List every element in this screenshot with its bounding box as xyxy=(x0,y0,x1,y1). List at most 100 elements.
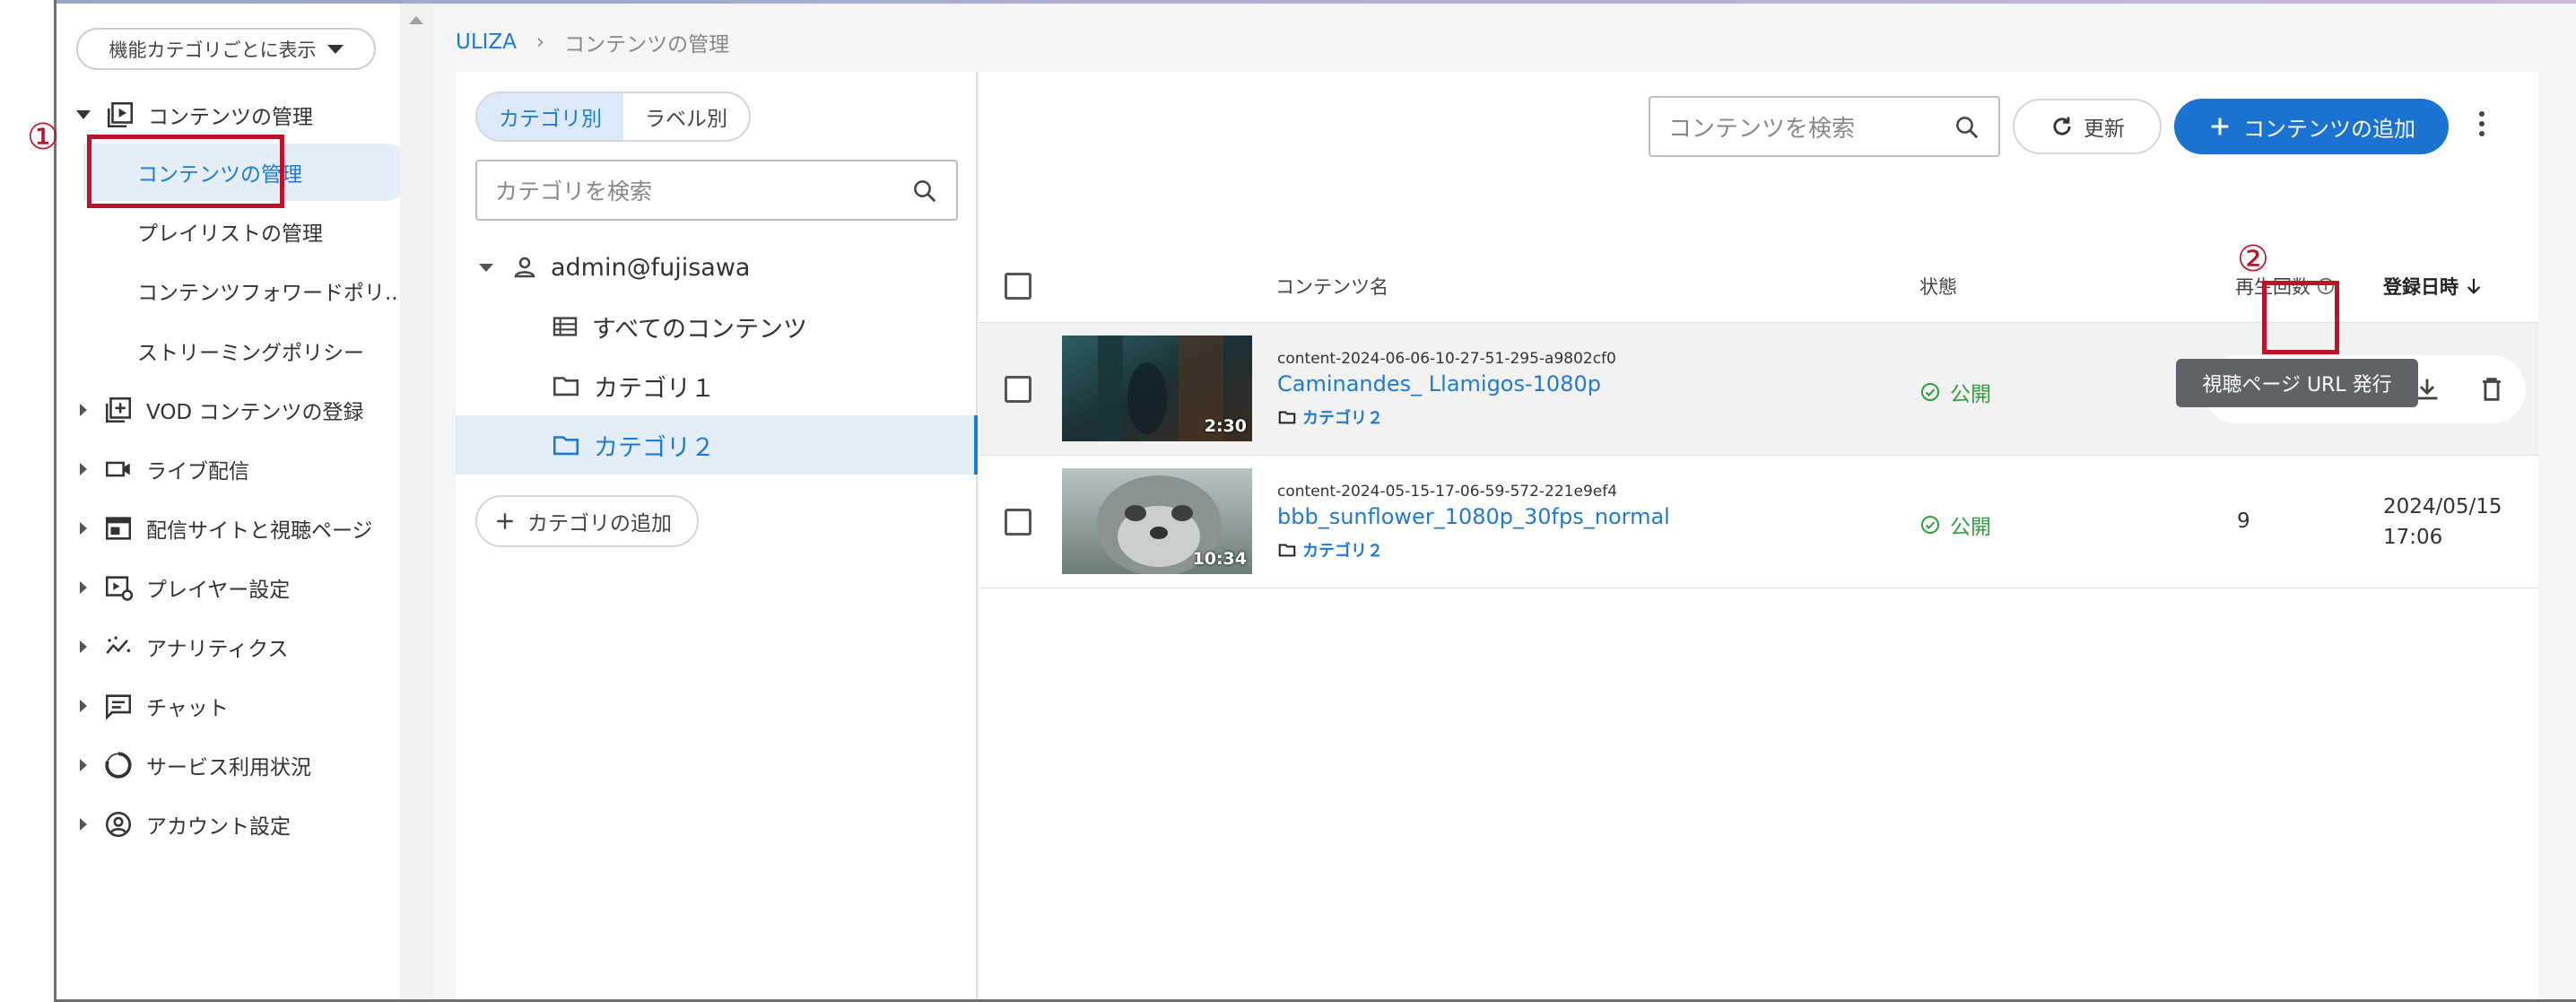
sidebar-group-content-management[interactable]: コンテンツの管理 xyxy=(57,92,400,137)
usage-icon xyxy=(105,752,132,779)
video-thumbnail[interactable]: 10:34 xyxy=(1062,468,1252,574)
category-search-input[interactable]: カテゴリを検索 xyxy=(475,160,958,221)
sidebar-group-account-settings[interactable]: アカウント設定 xyxy=(57,802,400,847)
content-id: content-2024-06-06-10-27-51-295-a9802cf0 xyxy=(1277,350,1616,368)
column-header-name[interactable]: コンテンツ名 xyxy=(1275,273,1388,300)
add-category-label: カテゴリの追加 xyxy=(527,512,672,536)
delete-button[interactable] xyxy=(2472,370,2511,409)
sidebar-group-service-usage[interactable]: サービス利用状況 xyxy=(57,743,400,788)
sidebar-group-label: プレイヤー設定 xyxy=(146,579,291,602)
content-title-link[interactable]: Caminandes_ Llamigos-1080p xyxy=(1277,371,1601,396)
trash-icon xyxy=(2483,378,2501,401)
breadcrumb-separator: › xyxy=(535,30,545,54)
sidebar-group-label: サービス利用状況 xyxy=(146,756,311,780)
refresh-label: 更新 xyxy=(2084,118,2125,141)
breadcrumb-root-link[interactable]: ULIZA xyxy=(456,30,517,54)
tree-item-label: カテゴリ１ xyxy=(594,374,715,403)
tree-item-label: すべてのコンテンツ xyxy=(592,315,808,344)
column-header-registered-label: 登録日時 xyxy=(2383,276,2459,298)
content-search-input[interactable]: コンテンツを検索 xyxy=(1649,96,2000,157)
sidebar-item-label: プレイリストの管理 xyxy=(137,222,323,246)
folder-icon xyxy=(1278,544,1296,557)
tab-by-category[interactable]: カテゴリ別 xyxy=(477,93,623,140)
player-settings-icon xyxy=(105,576,134,601)
registered-date: 2024/05/15 xyxy=(2383,495,2502,518)
web-page-icon xyxy=(105,517,132,540)
table-row[interactable]: 10:34 content-2024-05-15-17-06-59-572-22… xyxy=(979,456,2538,588)
status-badge: 公開 xyxy=(1919,377,1991,407)
sidebar-group-label: アカウント設定 xyxy=(146,815,291,839)
expand-arrow-icon xyxy=(76,110,91,119)
select-all-checkbox[interactable] xyxy=(1005,273,1031,300)
tab-by-label[interactable]: ラベル別 xyxy=(623,93,749,140)
sidebar-group-label: アナリティクス xyxy=(146,638,289,661)
sidebar-group-analytics[interactable]: アナリティクス xyxy=(57,624,400,669)
chat-icon xyxy=(105,694,132,720)
refresh-button[interactable]: 更新 xyxy=(2013,99,2162,154)
plus-icon xyxy=(2211,118,2229,135)
search-icon[interactable] xyxy=(911,178,938,205)
add-content-button[interactable]: コンテンツの追加 xyxy=(2174,99,2449,154)
sidebar-scrollbar[interactable] xyxy=(400,4,432,999)
user-icon xyxy=(514,257,535,278)
video-duration: 2:30 xyxy=(1204,416,1247,436)
row-checkbox[interactable] xyxy=(1005,509,1031,536)
category-display-select[interactable]: 機能カテゴリごとに表示 xyxy=(76,28,376,70)
expand-arrow-icon xyxy=(80,404,87,416)
analytics-icon xyxy=(106,636,131,654)
sidebar-group-player-settings[interactable]: プレイヤー設定 xyxy=(57,565,400,610)
sidebar-group-live[interactable]: ライブ配信 xyxy=(57,447,400,492)
column-header-registered[interactable]: 登録日時 xyxy=(2383,273,2484,300)
status-label: 公開 xyxy=(1950,516,1991,539)
expand-arrow-icon xyxy=(80,581,87,594)
registered-time: 17:06 xyxy=(2383,526,2443,549)
column-header-status[interactable]: 状態 xyxy=(1919,273,1957,300)
sidebar-group-label: 配信サイトと視聴ページ xyxy=(146,519,373,543)
list-icon xyxy=(553,317,578,336)
tree-user-node[interactable]: admin@fujisawa xyxy=(456,238,978,297)
tree-user-label: admin@fujisawa xyxy=(551,253,751,282)
tooltip: 視聴ページ URL 発行 xyxy=(2176,359,2418,407)
content-category-label: カテゴリ２ xyxy=(1302,409,1383,428)
add-category-button[interactable]: カテゴリの追加 xyxy=(475,495,699,547)
sidebar-item-playlist-management[interactable]: プレイリストの管理 xyxy=(83,203,413,260)
check-circle-icon xyxy=(1921,516,1939,534)
category-view-toggle: カテゴリ別 ラベル別 xyxy=(475,91,751,142)
status-label: 公開 xyxy=(1950,383,1991,406)
video-thumbnail[interactable]: 2:30 xyxy=(1062,335,1252,441)
video-camera-icon xyxy=(105,461,130,477)
sidebar-item-label: コンテンツフォワードポリ... xyxy=(137,282,405,305)
content-search-placeholder: コンテンツを検索 xyxy=(1668,115,1856,143)
add-content-label: コンテンツの追加 xyxy=(2243,116,2415,142)
scroll-up-icon[interactable] xyxy=(409,16,423,24)
expand-arrow-icon xyxy=(80,522,87,535)
row-checkbox[interactable] xyxy=(1005,376,1031,403)
tree-item-category-2[interactable]: カテゴリ２ xyxy=(456,415,978,475)
content-title-link[interactable]: bbb_sunflower_1080p_30fps_normal xyxy=(1277,504,1670,529)
search-icon[interactable] xyxy=(1954,114,1980,141)
tree-item-all-contents[interactable]: すべてのコンテンツ xyxy=(456,297,978,356)
sidebar-item-streaming-policy[interactable]: ストリーミングポリシー xyxy=(83,322,413,379)
chevron-down-icon[interactable] xyxy=(479,263,493,272)
account-icon xyxy=(105,811,132,838)
sort-arrow-down-icon[interactable] xyxy=(2464,276,2484,296)
content-category[interactable]: カテゴリ２ xyxy=(1277,538,1383,562)
tree-item-category-1[interactable]: カテゴリ１ xyxy=(456,356,978,415)
sidebar-group-vod-registration[interactable]: VOD コンテンツの登録 xyxy=(57,388,400,432)
add-box-icon xyxy=(105,396,132,423)
more-options-icon[interactable] xyxy=(2479,111,2486,141)
sidebar-group-delivery-sites[interactable]: 配信サイトと視聴ページ xyxy=(57,506,400,551)
expand-arrow-icon xyxy=(80,759,87,771)
sidebar-item-label: ストリーミングポリシー xyxy=(137,342,364,365)
category-display-select-label: 機能カテゴリごとに表示 xyxy=(109,39,317,61)
tree-item-label: カテゴリ２ xyxy=(594,433,715,462)
chevron-down-icon xyxy=(326,44,344,54)
category-search-placeholder: カテゴリを検索 xyxy=(495,179,653,205)
sidebar-group-label: VOD コンテンツの登録 xyxy=(146,401,364,424)
sidebar-group-chat[interactable]: チャット xyxy=(57,684,400,728)
annotation-marker-1: ① xyxy=(27,117,59,158)
play-box-icon xyxy=(107,101,134,128)
sidebar-item-content-forward-policy[interactable]: コンテンツフォワードポリ... xyxy=(83,262,413,319)
content-category[interactable]: カテゴリ２ xyxy=(1277,405,1383,429)
expand-arrow-icon xyxy=(80,640,87,653)
